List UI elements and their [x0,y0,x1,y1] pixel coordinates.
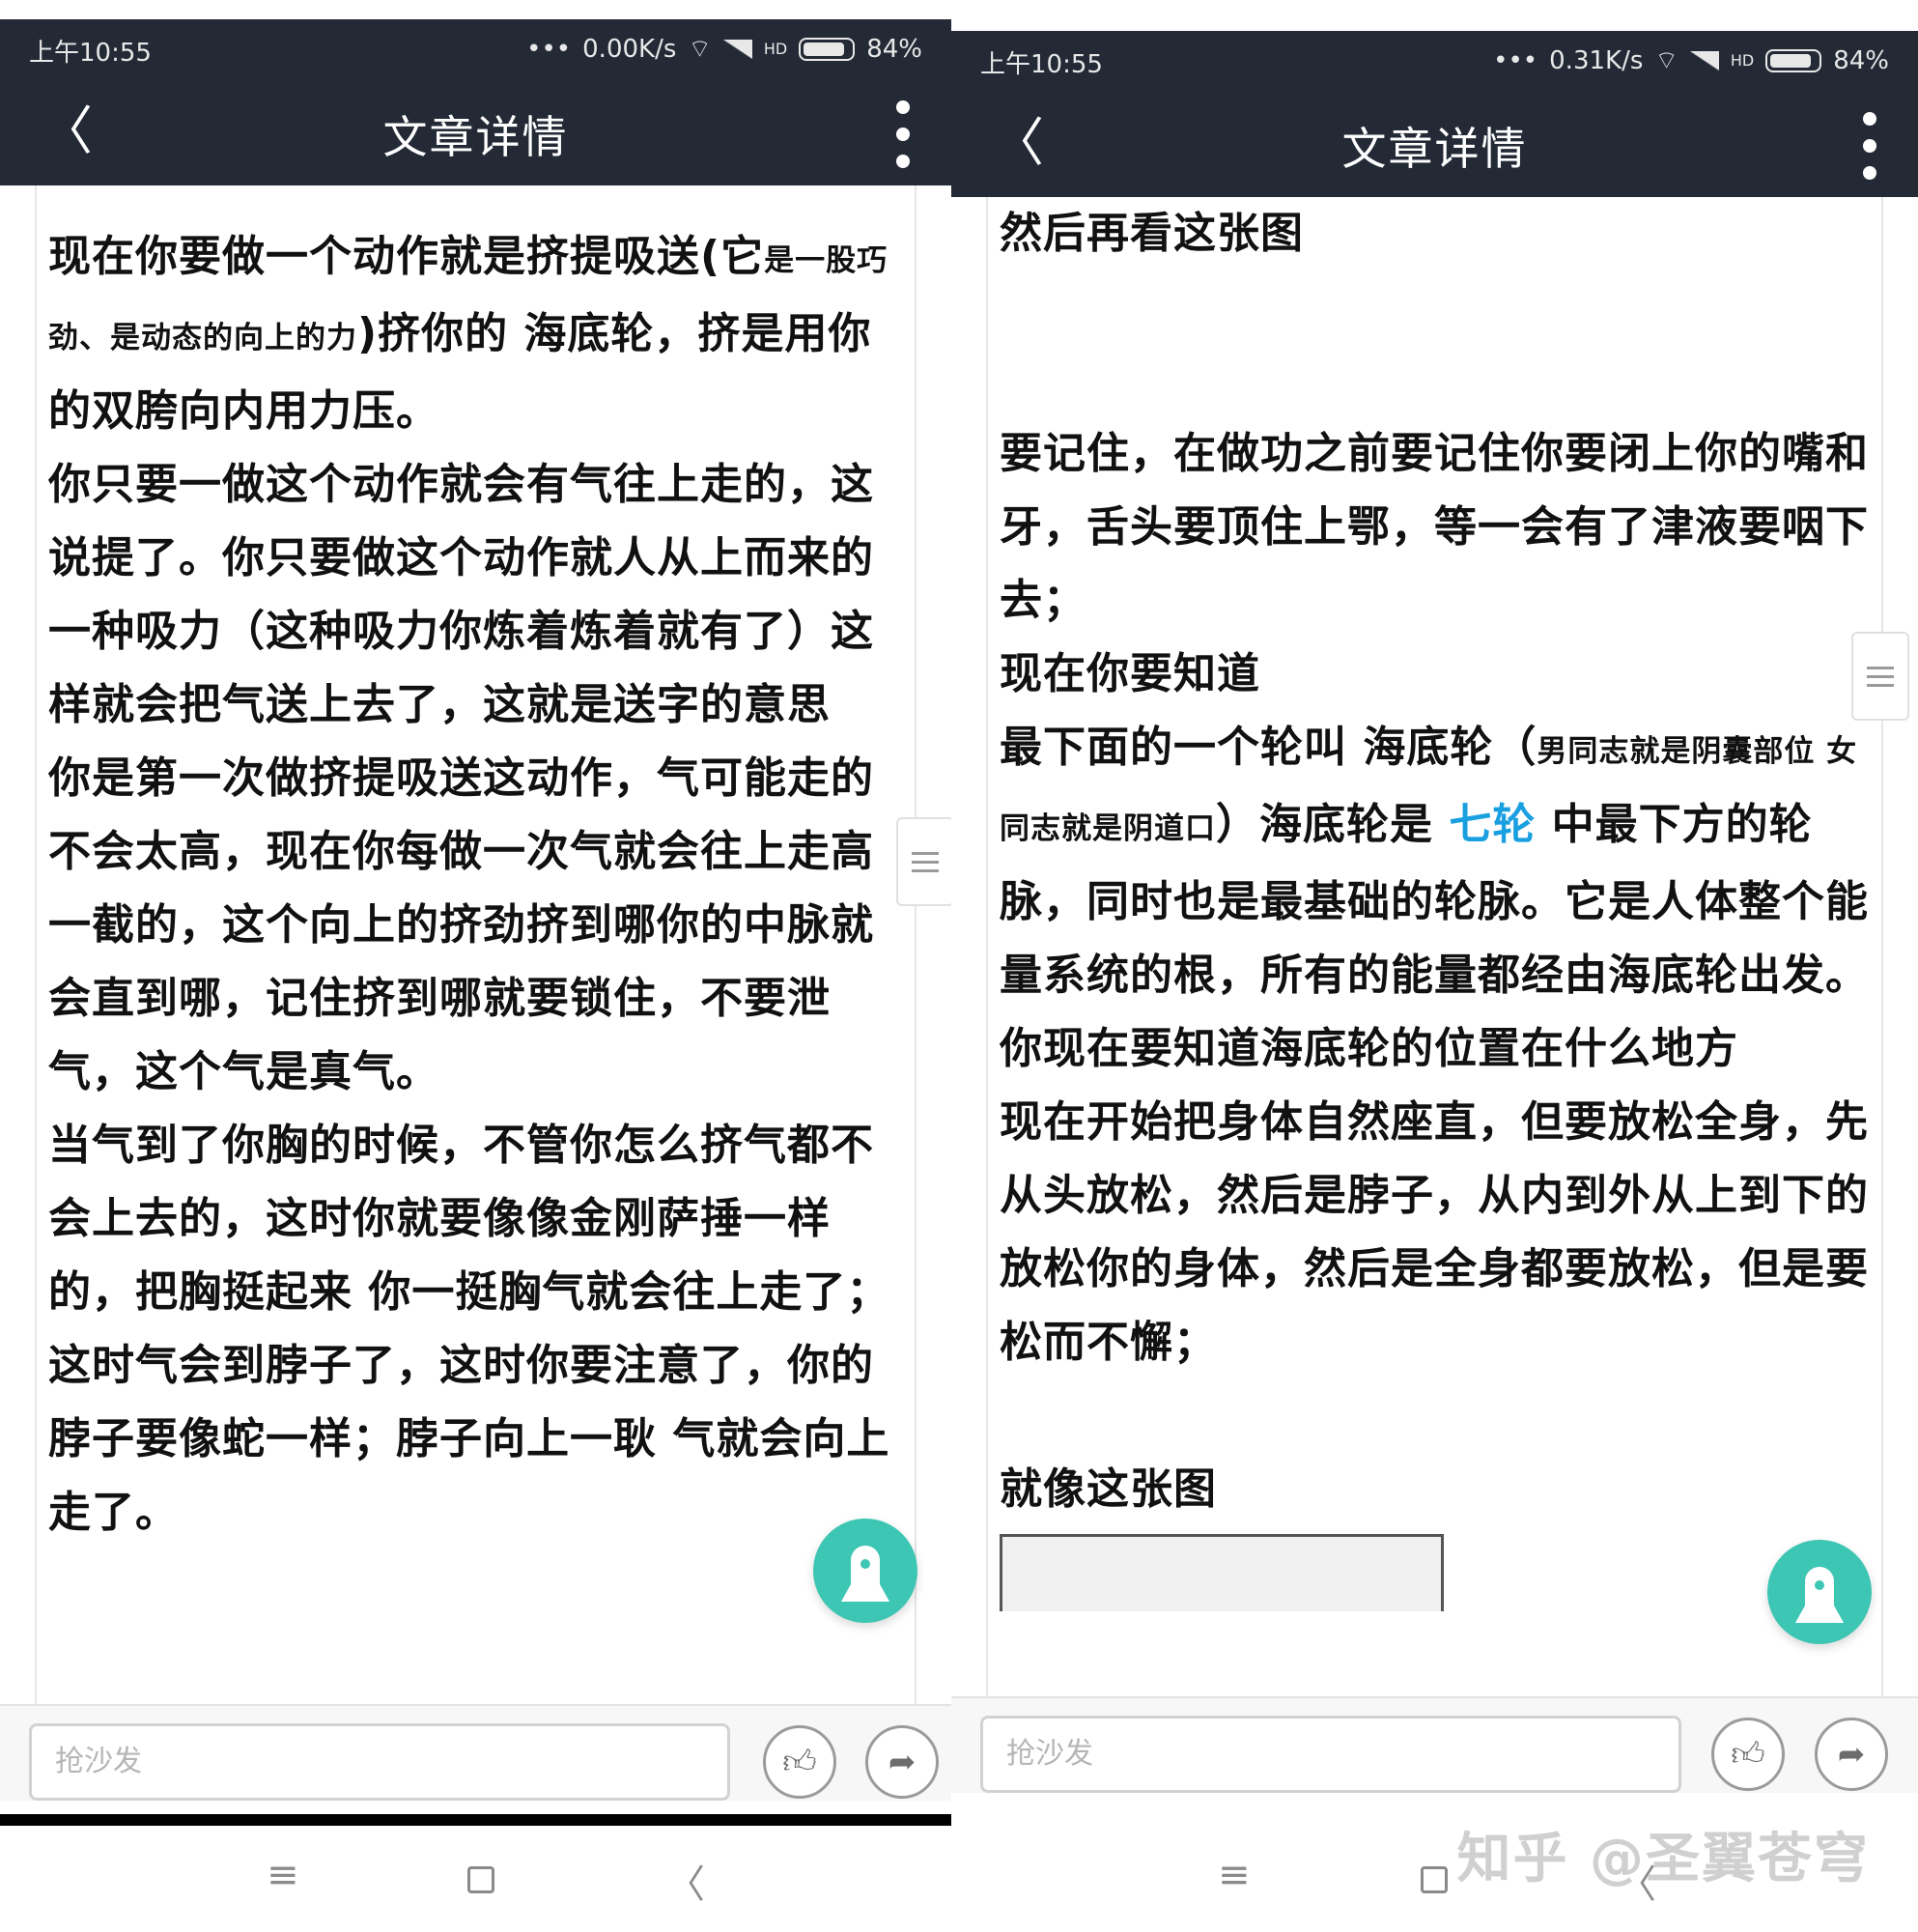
more-options-icon[interactable] [1860,112,1879,180]
rocket-fab-button[interactable] [1767,1540,1872,1644]
like-button[interactable]: 👍︎ [1711,1718,1785,1791]
top-bar: 上午10:55 ••• 0.00K/s ⌔ HD 84% 〈 文章详情 [0,19,951,185]
home-icon[interactable] [1421,1866,1448,1893]
rocket-fab-button[interactable] [813,1519,917,1623]
rocket-icon [1795,1567,1844,1623]
hd-signal-icon: HD [763,40,788,58]
thumbs-up-icon: 👍︎ [782,1742,817,1781]
intro-line: 然后再看这张图 [1000,209,1304,258]
battery-percent: 84% [866,34,922,64]
paragraph-1: 现在你要做一个动作就是挤提吸送(它是一股巧劲、是动态的向上的力)挤你的 海底轮，… [48,232,888,436]
status-icons: ••• 0.00K/s ⌔ HD 84% [526,33,922,65]
paragraph-4: 当气到了你胸的时候，不管你怎么挤气都不会上去的，这时你就要像像金刚萨捶一样的，把… [48,1121,890,1317]
more-dots-indicator: ••• [1493,45,1538,75]
menu-icon[interactable]: ≡ [1218,1853,1251,1897]
share-arrow-icon: ➦ [888,1743,917,1781]
wifi-icon: ⌔ [1654,46,1678,75]
right-phone-screen: 上午10:55 ••• 0.31K/s ⌔ HD 84% 〈 文章详情 然后再看… [951,31,1918,1932]
paragraph-3: 你是第一次做挤提吸送这动作，气可能走的不会太高，现在你每做一次气就会往上走高一截… [48,753,874,1096]
article-image[interactable] [1000,1534,1444,1611]
home-icon[interactable] [467,1866,494,1893]
share-button[interactable]: ➦ [865,1725,939,1799]
network-speed: 0.00K/s [582,34,677,64]
paragraph-5: 就像这张图 [1000,1464,1217,1514]
paragraph-4: 现在开始把身体自然座直，但要放松全身，先从头放松，然后是脖子，从内到外从上到下的… [1000,1097,1869,1367]
system-nav-bar: ≡ 〈 知乎 @圣翼苍穹 [951,1826,1918,1932]
status-time: 上午10:55 [980,50,1103,79]
menu-icon[interactable]: ≡ [267,1853,299,1897]
paragraph-3: 最下面的一个轮叫 海底轮（男同志就是阴囊部位 女同志就是阴道口）海底轮是 七轮 … [1000,723,1869,1073]
thumbs-up-icon: 👍︎ [1731,1734,1765,1774]
battery-percent: 84% [1833,45,1889,75]
paragraph-1: 要记住，在做功之前要记住你要闭上你的嘴和牙，舌头要顶住上鄂，等一会有了津液要咽下… [1000,429,1869,625]
status-icons: ••• 0.31K/s ⌔ HD 84% [1493,44,1889,76]
network-speed: 0.31K/s [1549,45,1644,75]
qilun-link[interactable]: 七轮 [1449,800,1536,849]
share-button[interactable]: ➦ [1815,1718,1888,1791]
page-title: 文章详情 [1341,123,1528,175]
system-nav-bar: ≡ 〈 [0,1826,951,1932]
rocket-icon [841,1546,889,1602]
page-title: 文章详情 [382,111,569,163]
more-options-icon[interactable] [893,100,913,168]
comment-input[interactable]: 抢沙发 [29,1723,730,1801]
top-bar: 上午10:55 ••• 0.31K/s ⌔ HD 84% 〈 文章详情 [951,31,1918,197]
zhihu-watermark: 知乎 @圣翼苍穹 [1456,1828,1870,1890]
signal-icon [1689,50,1719,71]
share-arrow-icon: ➦ [1837,1735,1866,1774]
hd-signal-icon: HD [1730,51,1755,70]
comment-input[interactable]: 抢沙发 [980,1716,1681,1793]
paragraph-2: 你只要一做这个动作就会有气往上走的，这说提了。你只要做这个动作就人从上而来的一种… [48,460,874,729]
wifi-icon: ⌔ [688,35,712,64]
article-content[interactable]: 现在你要做一个动作就是挤提吸送(它是一股巧劲、是动态的向上的力)挤你的 海底轮，… [35,185,917,1704]
scroll-handle[interactable] [1851,632,1909,721]
system-back-icon[interactable]: 〈 [666,1853,705,1909]
comment-bar: 抢沙发 👍︎ ➦ [0,1704,951,1801]
battery-icon [799,37,856,61]
article-content[interactable]: 然后再看这张图 要记住，在做功之前要记住你要闭上你的嘴和牙，舌头要顶住上鄂，等一… [986,197,1883,1696]
more-dots-indicator: ••• [526,34,572,64]
status-time: 上午10:55 [29,39,152,68]
comment-bar: 抢沙发 👍︎ ➦ [951,1696,1918,1793]
scroll-handle[interactable] [896,817,951,906]
left-phone-screen: 上午10:55 ••• 0.00K/s ⌔ HD 84% 〈 文章详情 现在你要… [0,19,951,1932]
battery-icon [1765,48,1822,72]
paragraph-5: 这时气会到脖子了，这时你要注意了，你的脖子要像蛇一样；脖子向上一耿 气就会向上走… [48,1341,890,1537]
paragraph-2: 现在你要知道 [1000,649,1260,698]
like-button[interactable]: 👍︎ [763,1725,836,1799]
signal-icon [722,39,752,59]
